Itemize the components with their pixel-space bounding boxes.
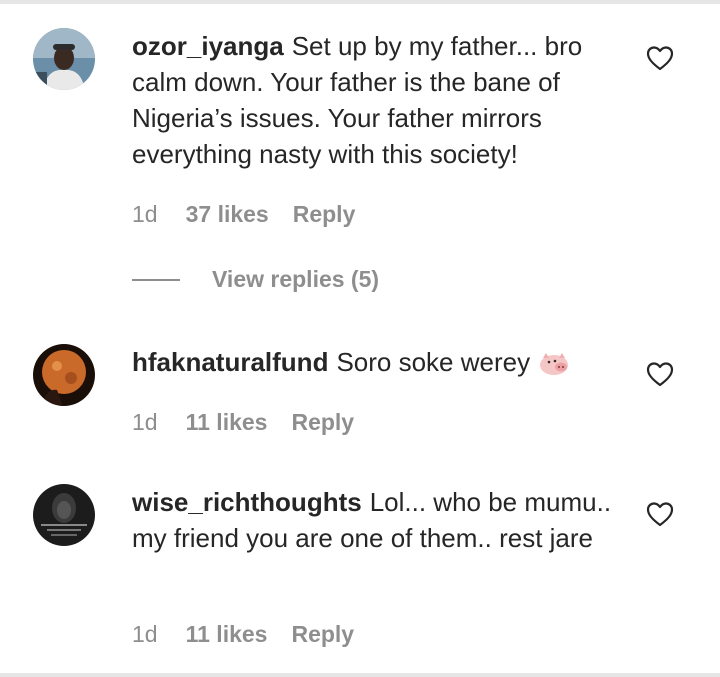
replies-line	[132, 278, 180, 281]
username[interactable]: hfaknaturalfund	[132, 347, 328, 377]
timestamp: 1d	[132, 621, 158, 647]
reply-button[interactable]: Reply	[291, 621, 354, 648]
username[interactable]: ozor_iyanga	[132, 31, 284, 61]
comment-body: Soro soke werey	[336, 347, 531, 377]
reply-button[interactable]: Reply	[293, 201, 356, 228]
avatar[interactable]	[33, 484, 95, 546]
view-replies-label: View replies (5)	[212, 266, 380, 292]
likes-count[interactable]: 37 likes	[186, 201, 269, 228]
top-divider	[0, 0, 720, 4]
comment-text: wise_richthoughts Lol... who be mumu.. my…	[132, 484, 612, 556]
comment-text: hfaknaturalfund Soro soke werey	[132, 344, 612, 380]
comment-meta: 1d 11 likes Reply	[132, 621, 354, 648]
timestamp: 1d	[132, 409, 158, 435]
view-replies-button[interactable]: View replies (5)	[132, 266, 379, 293]
pig-face-emoji	[537, 349, 571, 375]
username[interactable]: wise_richthoughts	[132, 487, 362, 517]
heart-icon[interactable]	[646, 45, 674, 71]
heart-icon[interactable]	[646, 501, 674, 527]
timestamp: 1d	[132, 201, 158, 227]
comment-text: ozor_iyanga Set up by my father... bro ca…	[132, 28, 612, 172]
heart-icon[interactable]	[646, 361, 674, 387]
bottom-divider	[0, 673, 720, 677]
likes-count[interactable]: 11 likes	[186, 621, 268, 648]
avatar[interactable]	[33, 344, 95, 406]
reply-button[interactable]: Reply	[291, 409, 354, 436]
likes-count[interactable]: 11 likes	[186, 409, 268, 436]
comment-meta: 1d 11 likes Reply	[132, 409, 354, 436]
avatar[interactable]	[33, 28, 95, 90]
comment-meta: 1d 37 likes Reply	[132, 201, 355, 228]
